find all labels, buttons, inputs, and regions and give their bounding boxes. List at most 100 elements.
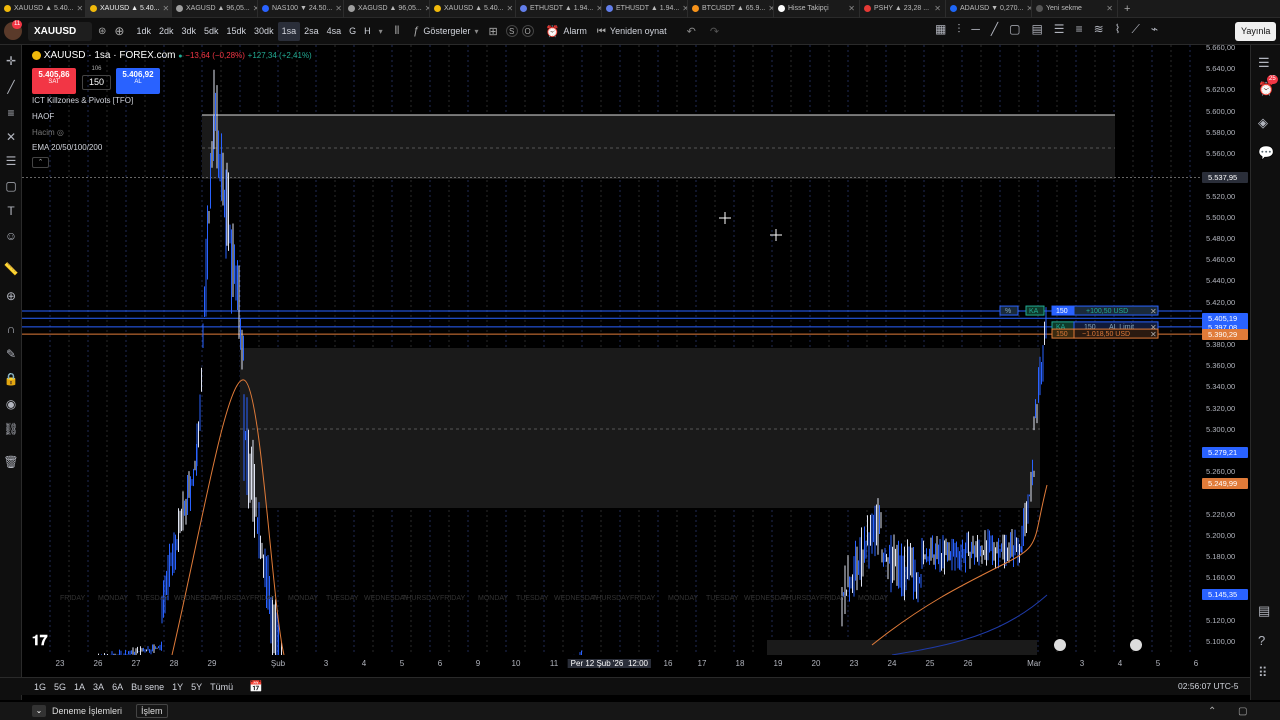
trash-icon[interactable]: 🗑 bbox=[3, 454, 19, 470]
sell-button[interactable]: 5.405,86 SAT bbox=[32, 68, 76, 94]
browser-tab[interactable]: ETHUSDT ▲ 1.94...✕ bbox=[516, 0, 602, 18]
interval-5dk[interactable]: 5dk bbox=[200, 22, 223, 41]
replay-button[interactable]: Yeniden oynat bbox=[606, 22, 671, 41]
rectangle-icon[interactable]: ▢ bbox=[1009, 22, 1020, 37]
browser-tab[interactable]: NAS100 ▼ 24.50... ✕ bbox=[258, 0, 344, 18]
range-4[interactable]: 6A bbox=[108, 677, 127, 696]
price-axis[interactable]: 5.660,00 5.640,00 5.620,00 5.600,00 5.580,00… bbox=[1202, 43, 1250, 655]
interval-15dk[interactable]: 15dk bbox=[223, 22, 251, 41]
undo-icon[interactable]: ↶ bbox=[687, 25, 696, 38]
close-tab-icon[interactable]: ✕ bbox=[934, 4, 941, 13]
vertical-line-icon[interactable]: ⫶ bbox=[957, 22, 960, 37]
time-axis[interactable]: 23 26 27 28 29 Şub 3 4 5 6 9 10 11 Per 12 Şub '26 12:0… bbox=[22, 655, 1202, 672]
browser-tab[interactable]: PSHY ▲ 23,28 ... ✕ bbox=[860, 0, 946, 18]
stay-drawing-icon[interactable]: ✎ bbox=[3, 346, 19, 362]
redo-icon[interactable]: ↷ bbox=[710, 25, 719, 38]
apps-icon[interactable]: ⠿ bbox=[1258, 665, 1268, 681]
replay-icon[interactable]: ⏮ bbox=[597, 26, 606, 37]
trade-tab[interactable]: İşlem bbox=[136, 704, 168, 718]
brush-icon[interactable]: ⟋ bbox=[1132, 22, 1140, 37]
browser-tab[interactable]: XAGUSD ▲ 96,05...✕ bbox=[344, 0, 430, 18]
s-icon[interactable]: S bbox=[505, 25, 518, 37]
horizontal-line-icon[interactable]: ─ bbox=[971, 22, 980, 37]
zoom-icon[interactable]: ⊕ bbox=[3, 288, 19, 304]
help-icon[interactable]: ? bbox=[1258, 633, 1265, 648]
alarm-button[interactable]: Alarm bbox=[559, 22, 591, 41]
clock[interactable]: 02:56:07 UTC-5 bbox=[1178, 681, 1238, 691]
indicator-volume[interactable]: Hacim ◎ bbox=[32, 128, 64, 137]
calendar-icon[interactable]: 📅 bbox=[249, 680, 263, 693]
ruler-icon[interactable]: ≡ bbox=[1076, 22, 1083, 37]
eye-hidden-icon[interactable]: ◎ bbox=[57, 128, 64, 137]
fib-icon[interactable]: ▤ bbox=[1031, 22, 1042, 37]
alarm-icon[interactable]: ⏰ bbox=[546, 25, 560, 38]
price-chart[interactable]: FRIDAY MONDAY TUESDAY WEDNESDAYTHURSDAY FRID… bbox=[22, 45, 1202, 655]
chevron-down-icon[interactable]: ▾ bbox=[474, 27, 478, 36]
range-2[interactable]: 1A bbox=[70, 677, 89, 696]
compare-plus-icon[interactable]: ⊕ bbox=[114, 24, 124, 38]
range-8[interactable]: Tümü bbox=[206, 677, 237, 696]
browser-tab[interactable]: Hisse Takipçi ✕ bbox=[774, 0, 860, 18]
browser-tab[interactable]: ADAUSD ▼ 0,270...✕ bbox=[946, 0, 1032, 18]
text-icon[interactable]: T bbox=[3, 203, 19, 219]
layout-grid-icon[interactable]: ⊞ bbox=[488, 25, 497, 38]
range-1[interactable]: 5G bbox=[50, 677, 70, 696]
trendline-tool-icon[interactable]: ╱ bbox=[3, 79, 19, 95]
quantity-input[interactable]: 150 bbox=[82, 75, 111, 90]
indicator-ict[interactable]: ICT Killzones & Pivots [TFO] bbox=[32, 96, 133, 105]
symbol-settings-icon[interactable]: ⊛ bbox=[98, 26, 106, 37]
publish-button[interactable]: Yayınla bbox=[1235, 22, 1277, 41]
position-icon[interactable]: ☰ bbox=[1054, 22, 1065, 37]
indicator-haof[interactable]: HAOF bbox=[32, 112, 54, 121]
fullscreen-icon[interactable]: ▢ bbox=[1238, 706, 1247, 717]
horizontal-lines-icon[interactable]: ≡ bbox=[3, 105, 19, 121]
interval-2sa[interactable]: 2sa bbox=[300, 22, 323, 41]
maximize-icon[interactable]: ⌃ bbox=[1208, 706, 1216, 717]
lock-icon[interactable]: 🔒 bbox=[3, 371, 19, 387]
o-icon[interactable]: O bbox=[521, 25, 534, 37]
close-order-icon[interactable]: ✕ bbox=[1150, 330, 1157, 339]
panel-icon[interactable]: ▤ bbox=[1258, 603, 1270, 619]
browser-tab[interactable]: XAGUSD ▲ 96,05...✕ bbox=[172, 0, 258, 18]
watchlist-icon[interactable]: ☰ bbox=[1258, 55, 1270, 71]
symbol-search[interactable]: XAUUSD bbox=[28, 21, 92, 41]
grid-icon[interactable]: ▦ bbox=[935, 22, 946, 37]
fib-tool-icon[interactable]: ☰ bbox=[3, 153, 19, 169]
paper-trading-tab[interactable]: Deneme İşlemleri bbox=[52, 706, 122, 716]
close-tab-icon[interactable]: ✕ bbox=[506, 4, 513, 13]
browser-tab[interactable]: ETHUSDT ▲ 1.94...✕ bbox=[602, 0, 688, 18]
collapse-icon[interactable]: ⌄ bbox=[32, 705, 46, 717]
candles-icon[interactable]: ⫴ bbox=[395, 25, 400, 38]
interval-30dk[interactable]: 30dk bbox=[250, 22, 278, 41]
chat-icon[interactable]: 💬 bbox=[1258, 145, 1274, 161]
interval-4sa[interactable]: 4sa bbox=[323, 22, 346, 41]
magic-icon[interactable]: ⌁ bbox=[1151, 22, 1158, 37]
interval-2dk[interactable]: 2dk bbox=[155, 22, 178, 41]
collapse-legend-button[interactable]: ⌃ bbox=[32, 157, 49, 168]
eye-icon[interactable]: ◉ bbox=[3, 396, 19, 412]
pattern-icon[interactable]: ✕ bbox=[3, 129, 19, 145]
range-5[interactable]: Bu sene bbox=[127, 677, 168, 696]
interval-G[interactable]: G bbox=[345, 22, 360, 41]
interval-3dk[interactable]: 3dk bbox=[177, 22, 200, 41]
chevron-down-icon[interactable]: ▾ bbox=[379, 27, 383, 36]
trendline-icon[interactable]: ╱ bbox=[991, 22, 998, 37]
buy-button[interactable]: 5.406,92 AL bbox=[116, 68, 160, 94]
interval-H[interactable]: H bbox=[360, 22, 375, 41]
link-icon[interactable]: ⛓ bbox=[3, 421, 19, 437]
indicators-button[interactable]: Göstergeler bbox=[419, 22, 474, 41]
close-tab-icon[interactable]: ✕ bbox=[335, 4, 342, 13]
layers-icon[interactable]: ◈ bbox=[1258, 115, 1268, 131]
close-tab-icon[interactable]: ✕ bbox=[76, 4, 83, 13]
emoji-icon[interactable]: ☺ bbox=[3, 228, 19, 244]
indicator-ema[interactable]: EMA 20/50/100/200 bbox=[32, 143, 102, 152]
magnet-icon[interactable]: ∩ bbox=[3, 321, 19, 337]
path-icon[interactable]: ≋ bbox=[1094, 22, 1104, 37]
new-tab-icon[interactable]: + bbox=[1124, 3, 1130, 15]
crosshair-icon[interactable]: ✛ bbox=[3, 53, 19, 69]
browser-tab[interactable]: XAUUSD ▲ 5.40... ✕ bbox=[0, 0, 86, 18]
range-0[interactable]: 1G bbox=[30, 677, 50, 696]
browser-tab[interactable]: XAUUSD ▲ 5.40... ✕ bbox=[86, 0, 172, 18]
browser-tab[interactable]: XAUUSD ▲ 5.40... ✕ bbox=[430, 0, 516, 18]
close-tab-icon[interactable]: ✕ bbox=[1106, 4, 1113, 13]
